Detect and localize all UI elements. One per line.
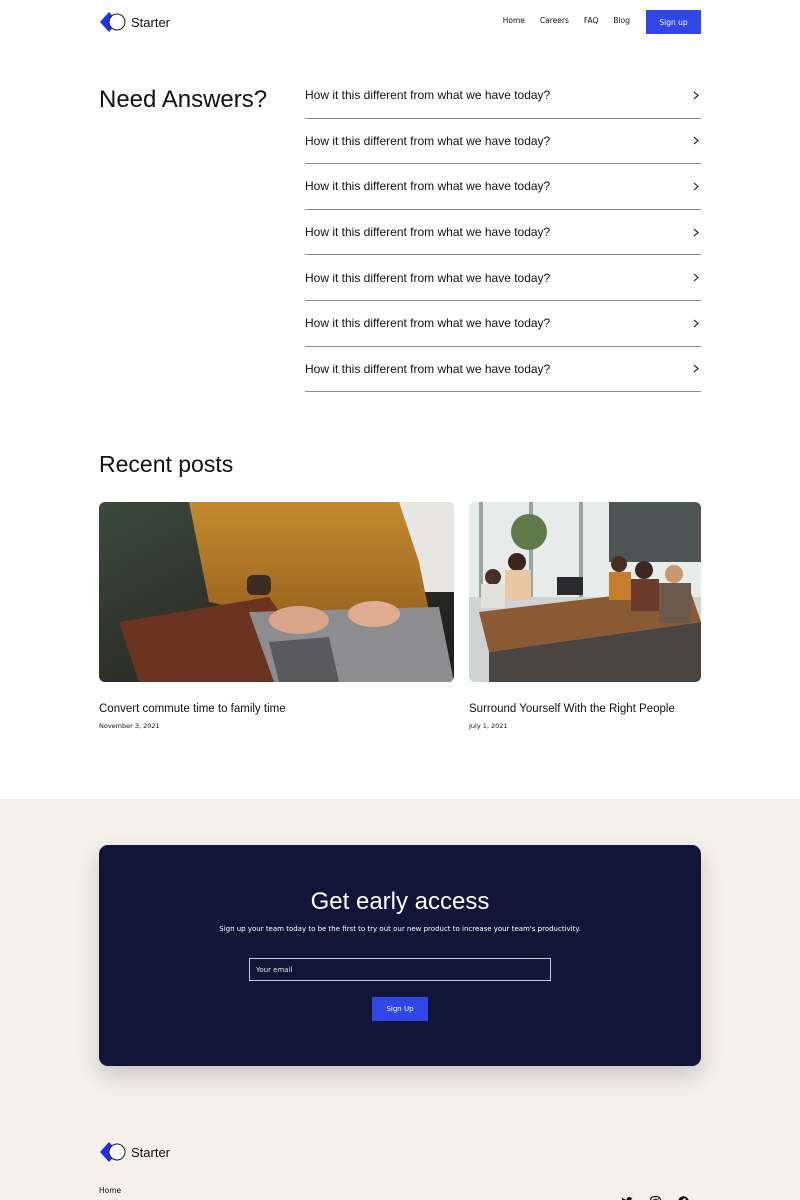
post-card[interactable]: Convert commute time to family time Nove… (99, 502, 454, 730)
post-title[interactable]: Surround Yourself With the Right People (469, 703, 701, 715)
footer-home-link[interactable]: Home (99, 1186, 121, 1195)
post-image-meeting (469, 502, 701, 682)
cta-title: Get early access (310, 888, 490, 915)
faq-item[interactable]: How it this different from what we have … (305, 164, 701, 210)
instagram-icon[interactable] (650, 1192, 662, 1200)
nav-home[interactable]: Home (503, 16, 525, 25)
email-field[interactable] (249, 958, 551, 981)
site-header: Starter Home Careers FAQ Blog Sign up (0, 0, 800, 44)
faq-question: How it this different from what we have … (305, 179, 551, 194)
facebook-icon[interactable] (678, 1192, 690, 1200)
faq-title: Need Answers? (99, 86, 268, 113)
post-date: November 3, 2021 (99, 722, 160, 730)
faq-item[interactable]: How it this different from what we have … (305, 210, 701, 256)
twitter-icon[interactable] (621, 1192, 633, 1200)
cta-signup-button[interactable]: Sign Up (372, 997, 428, 1021)
chevron-right-icon (691, 318, 701, 328)
logo-text: Starter (131, 14, 171, 30)
faq-question: How it this different from what we have … (305, 316, 551, 331)
faq-question: How it this different from what we have … (305, 88, 551, 103)
chevron-right-icon (691, 227, 701, 237)
chevron-right-icon (691, 90, 701, 100)
footer-logo-text: Starter (131, 1144, 171, 1160)
recent-posts-title: Recent posts (99, 451, 234, 477)
early-access-card: Get early access Sign up your team today… (99, 845, 701, 1066)
faq-item[interactable]: How it this different from what we have … (305, 119, 701, 165)
faq-item[interactable]: How it this different from what we have … (305, 255, 701, 301)
chevron-right-icon (691, 136, 701, 146)
post-date: July 1, 2021 (469, 722, 508, 730)
faq-question: How it this different from what we have … (305, 361, 551, 376)
footer-logo[interactable]: Starter (99, 1141, 170, 1163)
chevron-right-icon (691, 181, 701, 191)
post-title[interactable]: Convert commute time to family time (99, 703, 454, 715)
chevron-right-icon (691, 273, 701, 283)
nav-careers[interactable]: Careers (540, 16, 569, 25)
nav-faq[interactable]: FAQ (584, 16, 599, 25)
nav-blog[interactable]: Blog (613, 16, 630, 25)
faq-item[interactable]: How it this different from what we have … (305, 347, 701, 393)
cta-subtitle: Sign up your team today to be the first … (219, 925, 581, 933)
logo-mark-icon (100, 1142, 126, 1162)
faq-question: How it this different from what we have … (305, 225, 551, 240)
post-image-laptop (99, 502, 454, 682)
faq-question: How it this different from what we have … (305, 133, 551, 148)
logo-mark-icon (100, 12, 126, 32)
faq-item[interactable]: How it this different from what we have … (305, 301, 701, 347)
chevron-right-icon (691, 364, 701, 374)
faq-item[interactable]: How it this different from what we have … (305, 73, 701, 119)
post-card[interactable]: Surround Yourself With the Right People … (469, 502, 701, 730)
main-nav: Home Careers FAQ Blog (488, 16, 630, 25)
faq-question: How it this different from what we have … (305, 270, 551, 285)
header-signup-button[interactable]: Sign up (646, 10, 701, 34)
faq-list: How it this different from what we have … (305, 73, 701, 393)
logo[interactable]: Starter (99, 11, 170, 33)
